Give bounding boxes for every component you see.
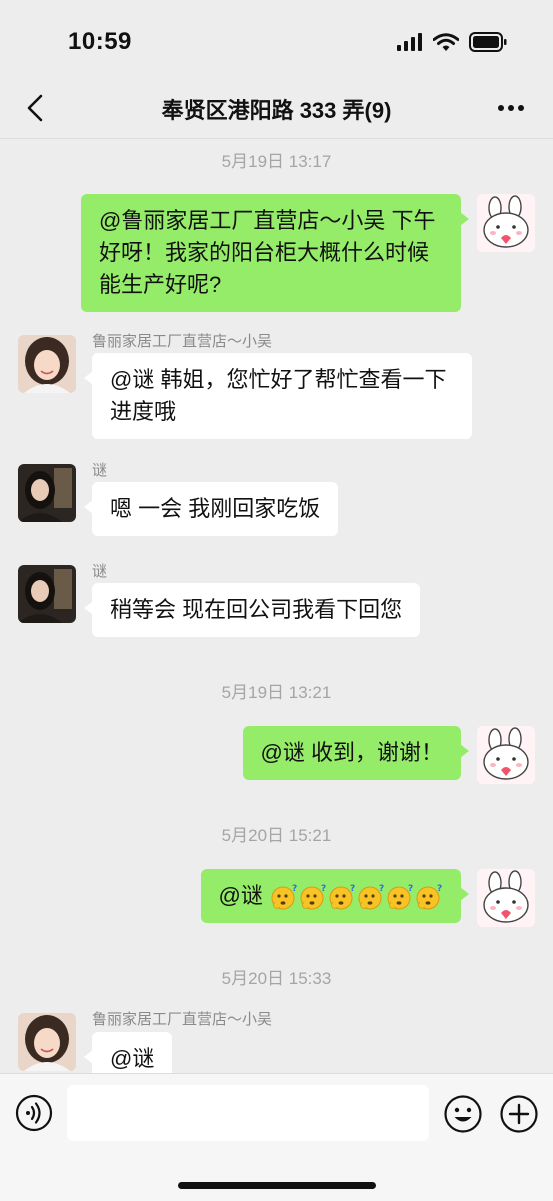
bunny-avatar-icon (477, 194, 535, 252)
back-button[interactable] (18, 90, 52, 126)
home-indicator (178, 1182, 376, 1189)
status-icons (397, 32, 507, 52)
svg-text:?: ? (408, 884, 413, 894)
signal-icon (397, 33, 422, 51)
svg-text:?: ? (350, 884, 355, 894)
emoji-row: ?????? (269, 883, 443, 910)
avatar-xiaowu[interactable] (18, 1013, 76, 1071)
sender-name: 谜 (92, 563, 108, 580)
sender-name: 鲁丽家居工厂直营店～小吴 (92, 1011, 273, 1028)
message-input[interactable] (67, 1085, 429, 1141)
svg-text:?: ? (292, 884, 297, 894)
message-bubble-incoming[interactable]: 稍等会 现在回公司我看下回您 (83, 583, 421, 637)
voice-button[interactable] (15, 1094, 53, 1132)
message-bubble-incoming[interactable]: 嗯 一会 我刚回家吃饭 (83, 482, 339, 536)
message-bubble-outgoing[interactable]: @谜 ?????? (200, 869, 470, 923)
status-time: 10:59 (68, 28, 132, 55)
confused-face-emoji: ? (300, 884, 326, 910)
confused-face-emoji: ? (387, 884, 413, 910)
bunny-avatar-icon (477, 869, 535, 927)
more-options-icon (498, 105, 524, 111)
avatar-mi[interactable] (18, 565, 76, 623)
avatar-xiaowu[interactable] (18, 335, 76, 393)
confused-face-emoji: ? (358, 884, 384, 910)
timestamp: 5月20日 15:21 (221, 826, 332, 845)
message-text: @谜 (218, 883, 263, 908)
svg-text:?: ? (437, 884, 442, 894)
plus-icon (500, 1095, 538, 1133)
person-avatar-icon (18, 335, 76, 393)
confused-face-emoji: ? (271, 884, 297, 910)
timestamp: 5月19日 13:21 (221, 683, 332, 702)
emoji-button[interactable] (443, 1094, 483, 1134)
timestamp: 5月20日 15:33 (221, 969, 332, 988)
more-functions-button[interactable] (499, 1094, 539, 1134)
svg-text:?: ? (379, 884, 384, 894)
person-avatar-icon (18, 464, 76, 522)
wifi-icon (433, 32, 459, 51)
person-avatar-icon (18, 565, 76, 623)
sender-name: 谜 (92, 462, 108, 479)
message-bubble-incoming[interactable]: @谜 韩姐，您忙好了帮忙查看一下进度哦 (84, 353, 472, 439)
status-bar: 10:59 (0, 0, 553, 80)
svg-text:?: ? (321, 884, 326, 894)
battery-icon (469, 32, 507, 52)
message-bubble-incoming[interactable]: @谜 (83, 1032, 173, 1073)
confused-face-emoji: ? (329, 884, 355, 910)
avatar-self[interactable] (477, 726, 535, 784)
more-options-button[interactable] (491, 92, 531, 124)
input-bar (0, 1073, 553, 1201)
bunny-avatar-icon (477, 726, 535, 784)
message-bubble-outgoing[interactable]: @鲁丽家居工厂直营店～小吴 下午好呀！我家的阳台柜大概什么时候能生产好呢? (81, 194, 469, 312)
chat-area[interactable]: 5月19日 13:17 @鲁丽家居工厂直营店～小吴 下午好呀！我家的阳台柜大概什… (0, 139, 553, 1073)
voice-icon (15, 1094, 53, 1132)
confused-face-emoji: ? (416, 884, 442, 910)
emoji-icon (444, 1095, 482, 1133)
avatar-self[interactable] (477, 194, 535, 252)
person-avatar-icon (18, 1013, 76, 1071)
nav-bar: 奉贤区港阳路 333 弄(9) (0, 80, 553, 139)
timestamp: 5月19日 13:17 (221, 152, 332, 171)
avatar-mi[interactable] (18, 464, 76, 522)
message-bubble-outgoing[interactable]: @谜 收到，谢谢！ (242, 726, 470, 780)
back-arrow-icon (27, 94, 43, 122)
chat-title: 奉贤区港阳路 333 弄(9) (161, 98, 392, 123)
sender-name: 鲁丽家居工厂直营店～小吴 (92, 333, 273, 350)
avatar-self[interactable] (477, 869, 535, 927)
